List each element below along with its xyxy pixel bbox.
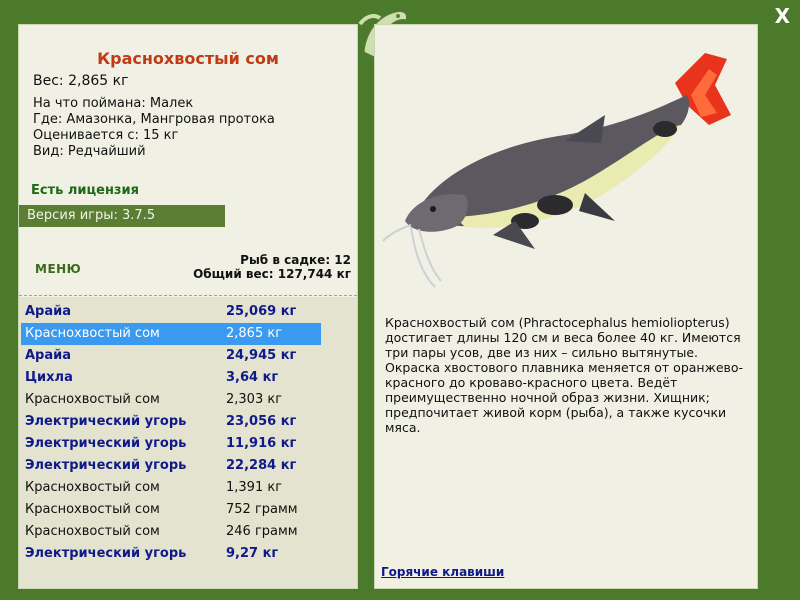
catch-location: Где: Амазонка, Мангровая протока [33,112,275,127]
keep-total-weight: Общий вес: 127,744 кг [193,267,351,281]
catch-item-weight: 752 грамм [226,502,298,517]
red-tailed-catfish-image [382,53,731,288]
caught-with: На что поймана: Малек [33,96,194,111]
catch-list-item[interactable]: Электрический угорь 9,27 кг [21,543,321,565]
fish-title: Краснохвостый сом [97,49,279,68]
catch-item-weight: 3,64 кг [226,370,279,385]
catch-item-name: Электрический угорь [25,414,187,429]
catch-item-weight: 2,865 кг [226,326,283,341]
catch-item-weight: 24,945 кг [226,348,297,363]
catch-item-weight: 23,056 кг [226,414,297,429]
catch-item-name: Краснохвостый сом [25,502,160,517]
catch-item-name: Краснохвостый сом [25,392,160,407]
catch-item-weight: 246 грамм [226,524,298,539]
catch-list-item[interactable]: Электрический угорь 23,056 кг [21,411,321,433]
catch-item-name: Краснохвостый сом [25,524,160,539]
catch-item-name: Электрический угорь [25,458,187,473]
catch-item-weight: 22,284 кг [226,458,297,473]
catch-list: Арайа 25,069 кг Краснохвостый сом 2,865 кг А… [19,297,357,588]
fish-weight: Вес: 2,865 кг [33,73,129,89]
keep-stats: Рыб в садке: 12 Общий вес: 127,744 кг [193,253,351,281]
keep-count: Рыб в садке: 12 [240,253,351,267]
fish-rarity: Вид: Редчайший [33,144,146,159]
hotkeys-link[interactable]: Горячие клавиши [381,565,504,579]
catch-list-item[interactable]: Арайа 24,945 кг [21,345,321,367]
catch-item-name: Арайа [25,348,72,363]
catch-item-weight: 11,916 кг [226,436,297,451]
catch-list-item[interactable]: Краснохвостый сом 1,391 кг [21,477,321,499]
fish-description: Краснохвостый сом (Phractocephalus hemio… [385,315,744,435]
catch-list-item[interactable]: Арайа 25,069 кг [21,301,321,323]
catch-item-name: Краснохвостый сом [25,326,160,341]
fish-detail-panel: Краснохвостый сом (Phractocephalus hemio… [374,24,758,589]
catch-item-weight: 9,27 кг [226,546,279,561]
catch-list-item[interactable]: Краснохвостый сом 2,303 кг [21,389,321,411]
catch-item-name: Электрический угорь [25,436,187,451]
catch-item-name: Краснохвостый сом [25,480,160,495]
license-status: Есть лицензия [31,183,139,198]
catch-info-panel: Краснохвостый сом Вес: 2,865 кг На что п… [18,24,358,589]
catch-item-weight: 1,391 кг [226,480,283,495]
catch-item-weight: 2,303 кг [226,392,283,407]
divider [19,295,357,296]
catch-item-name: Арайа [25,304,72,319]
catch-list-item[interactable]: Электрический угорь 22,284 кг [21,455,321,477]
catch-item-weight: 25,069 кг [226,304,297,319]
catch-item-name: Цихла [25,370,73,385]
catch-list-item[interactable]: Электрический угорь 11,916 кг [21,433,321,455]
rated-from: Оценивается с: 15 кг [33,128,179,143]
catch-list-item[interactable]: Цихла 3,64 кг [21,367,321,389]
catch-list-item[interactable]: Краснохвостый сом 246 грамм [21,521,321,543]
game-version: Версия игры: 3.7.5 [19,205,225,227]
menu-button[interactable]: МЕНЮ [35,262,81,276]
catch-list-item[interactable]: Краснохвостый сом 2,865 кг [21,323,321,345]
catch-item-name: Электрический угорь [25,546,187,561]
close-button[interactable]: X [775,4,790,28]
catch-list-item[interactable]: Краснохвостый сом 752 грамм [21,499,321,521]
